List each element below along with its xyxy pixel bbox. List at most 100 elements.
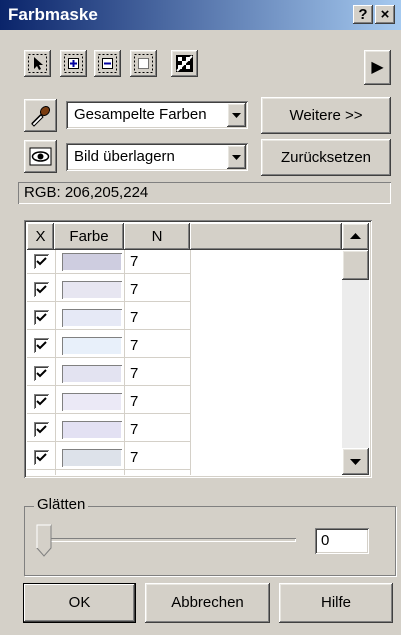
chevron-up-icon: [350, 233, 361, 239]
row-divider: [27, 441, 191, 442]
count-value: 7: [130, 281, 139, 298]
column-header-x[interactable]: X: [27, 223, 54, 250]
sample-mode-value: Gesampelte Farben: [74, 106, 207, 123]
table-row[interactable]: 7: [27, 363, 342, 386]
add-color-icon: [64, 54, 83, 73]
add-color-tool[interactable]: [60, 50, 87, 77]
smoothing-value-field[interactable]: 0: [315, 528, 369, 554]
mask-toggle-icon: [176, 55, 193, 72]
checkmark-icon: [36, 425, 47, 434]
ok-button[interactable]: OK: [24, 584, 135, 622]
more-button[interactable]: Weitere >>: [261, 97, 391, 134]
color-swatch: [62, 253, 122, 271]
column-header-empty: [190, 223, 342, 250]
row-checkbox[interactable]: [34, 282, 49, 297]
smoothing-value: 0: [321, 532, 330, 549]
row-checkbox[interactable]: [34, 338, 49, 353]
column-divider: [190, 250, 191, 475]
row-divider: [27, 301, 191, 302]
scroll-up-button[interactable]: [342, 223, 369, 250]
close-title-button[interactable]: ×: [375, 5, 395, 24]
vertical-scrollbar[interactable]: [342, 223, 369, 475]
checkmark-icon: [36, 341, 47, 350]
rgb-readout-text: RGB: 206,205,224: [24, 184, 149, 201]
table-row[interactable]: 7: [27, 251, 342, 274]
table-row[interactable]: 7: [27, 419, 342, 442]
count-value: 7: [130, 337, 139, 354]
sample-mode-select[interactable]: Gesampelte Farben: [66, 101, 248, 129]
cancel-button[interactable]: Abbrechen: [145, 583, 270, 623]
row-checkbox[interactable]: [34, 254, 49, 269]
row-divider: [27, 357, 191, 358]
checkmark-icon: [36, 453, 47, 462]
subtract-color-tool[interactable]: [94, 50, 121, 77]
dotted-select-icon: [134, 54, 153, 73]
reset-button[interactable]: Zurücksetzen: [261, 139, 391, 176]
row-divider: [27, 413, 191, 414]
select-arrow-icon: [28, 54, 47, 73]
row-checkbox[interactable]: [34, 394, 49, 409]
count-value: 7: [130, 449, 139, 466]
scroll-thumb[interactable]: [342, 250, 369, 280]
eye-icon: [29, 147, 52, 166]
color-swatch: [62, 393, 122, 411]
eyedropper-button[interactable]: [24, 99, 57, 132]
help-title-button[interactable]: ?: [353, 5, 373, 24]
color-swatch: [62, 365, 122, 383]
checkmark-icon: [36, 257, 47, 266]
smoothing-slider-thumb[interactable]: [36, 524, 52, 558]
color-swatch: [62, 337, 122, 355]
count-value: 7: [130, 421, 139, 438]
overlay-mode-value: Bild überlagern: [74, 148, 175, 165]
chevron-down-icon[interactable]: [227, 145, 246, 169]
row-divider: [27, 469, 191, 470]
subtract-color-icon: [98, 54, 117, 73]
overlay-mode-select[interactable]: Bild überlagern: [66, 143, 248, 171]
row-checkbox[interactable]: [34, 366, 49, 381]
rgb-readout: RGB: 206,205,224: [18, 182, 391, 204]
chevron-down-icon[interactable]: [227, 103, 246, 127]
color-swatch: [62, 449, 122, 467]
overlay-view-button[interactable]: [24, 140, 57, 173]
color-list[interactable]: X Farbe N 7 7 7 7 7 7 7 7: [24, 220, 372, 478]
row-divider: [27, 273, 191, 274]
row-checkbox[interactable]: [34, 450, 49, 465]
chevron-down-icon: [350, 459, 361, 465]
table-row[interactable]: 7: [27, 279, 342, 302]
checkmark-icon: [36, 397, 47, 406]
scroll-down-button[interactable]: [342, 448, 369, 475]
row-checkbox[interactable]: [34, 310, 49, 325]
mask-toggle-tool[interactable]: [171, 50, 198, 77]
row-divider: [27, 385, 191, 386]
menu-arrow-button[interactable]: ▶: [364, 50, 391, 85]
help-button[interactable]: Hilfe: [279, 583, 393, 623]
count-value: 7: [130, 393, 139, 410]
table-row[interactable]: 7: [27, 307, 342, 330]
column-header-color[interactable]: Farbe: [54, 223, 124, 250]
checkmark-icon: [36, 313, 47, 322]
table-row[interactable]: 7: [27, 447, 342, 470]
window-title: Farbmaske: [8, 5, 98, 24]
column-header-n[interactable]: N: [124, 223, 190, 250]
checkmark-icon: [36, 369, 47, 378]
column-divider: [55, 250, 56, 475]
dotted-select-tool[interactable]: [130, 50, 157, 77]
title-bar: Farbmaske ? ×: [0, 0, 401, 30]
row-checkbox[interactable]: [34, 422, 49, 437]
count-value: 7: [130, 253, 139, 270]
select-arrow-tool[interactable]: [24, 50, 51, 77]
color-swatch: [62, 421, 122, 439]
count-value: 7: [130, 365, 139, 382]
count-value: 7: [130, 309, 139, 326]
eyedropper-icon: [31, 105, 51, 127]
color-swatch: [62, 309, 122, 327]
color-swatch: [62, 281, 122, 299]
table-row[interactable]: 7: [27, 391, 342, 414]
smoothing-slider-track[interactable]: [44, 538, 296, 542]
farbmaske-dialog: Farbmaske ? × ▶ Gesampelte Farben Weiter…: [0, 0, 401, 635]
table-row[interactable]: 7: [27, 335, 342, 358]
checkmark-icon: [36, 285, 47, 294]
column-divider: [124, 250, 125, 475]
smoothing-label: Glätten: [34, 496, 89, 513]
row-divider: [27, 329, 191, 330]
